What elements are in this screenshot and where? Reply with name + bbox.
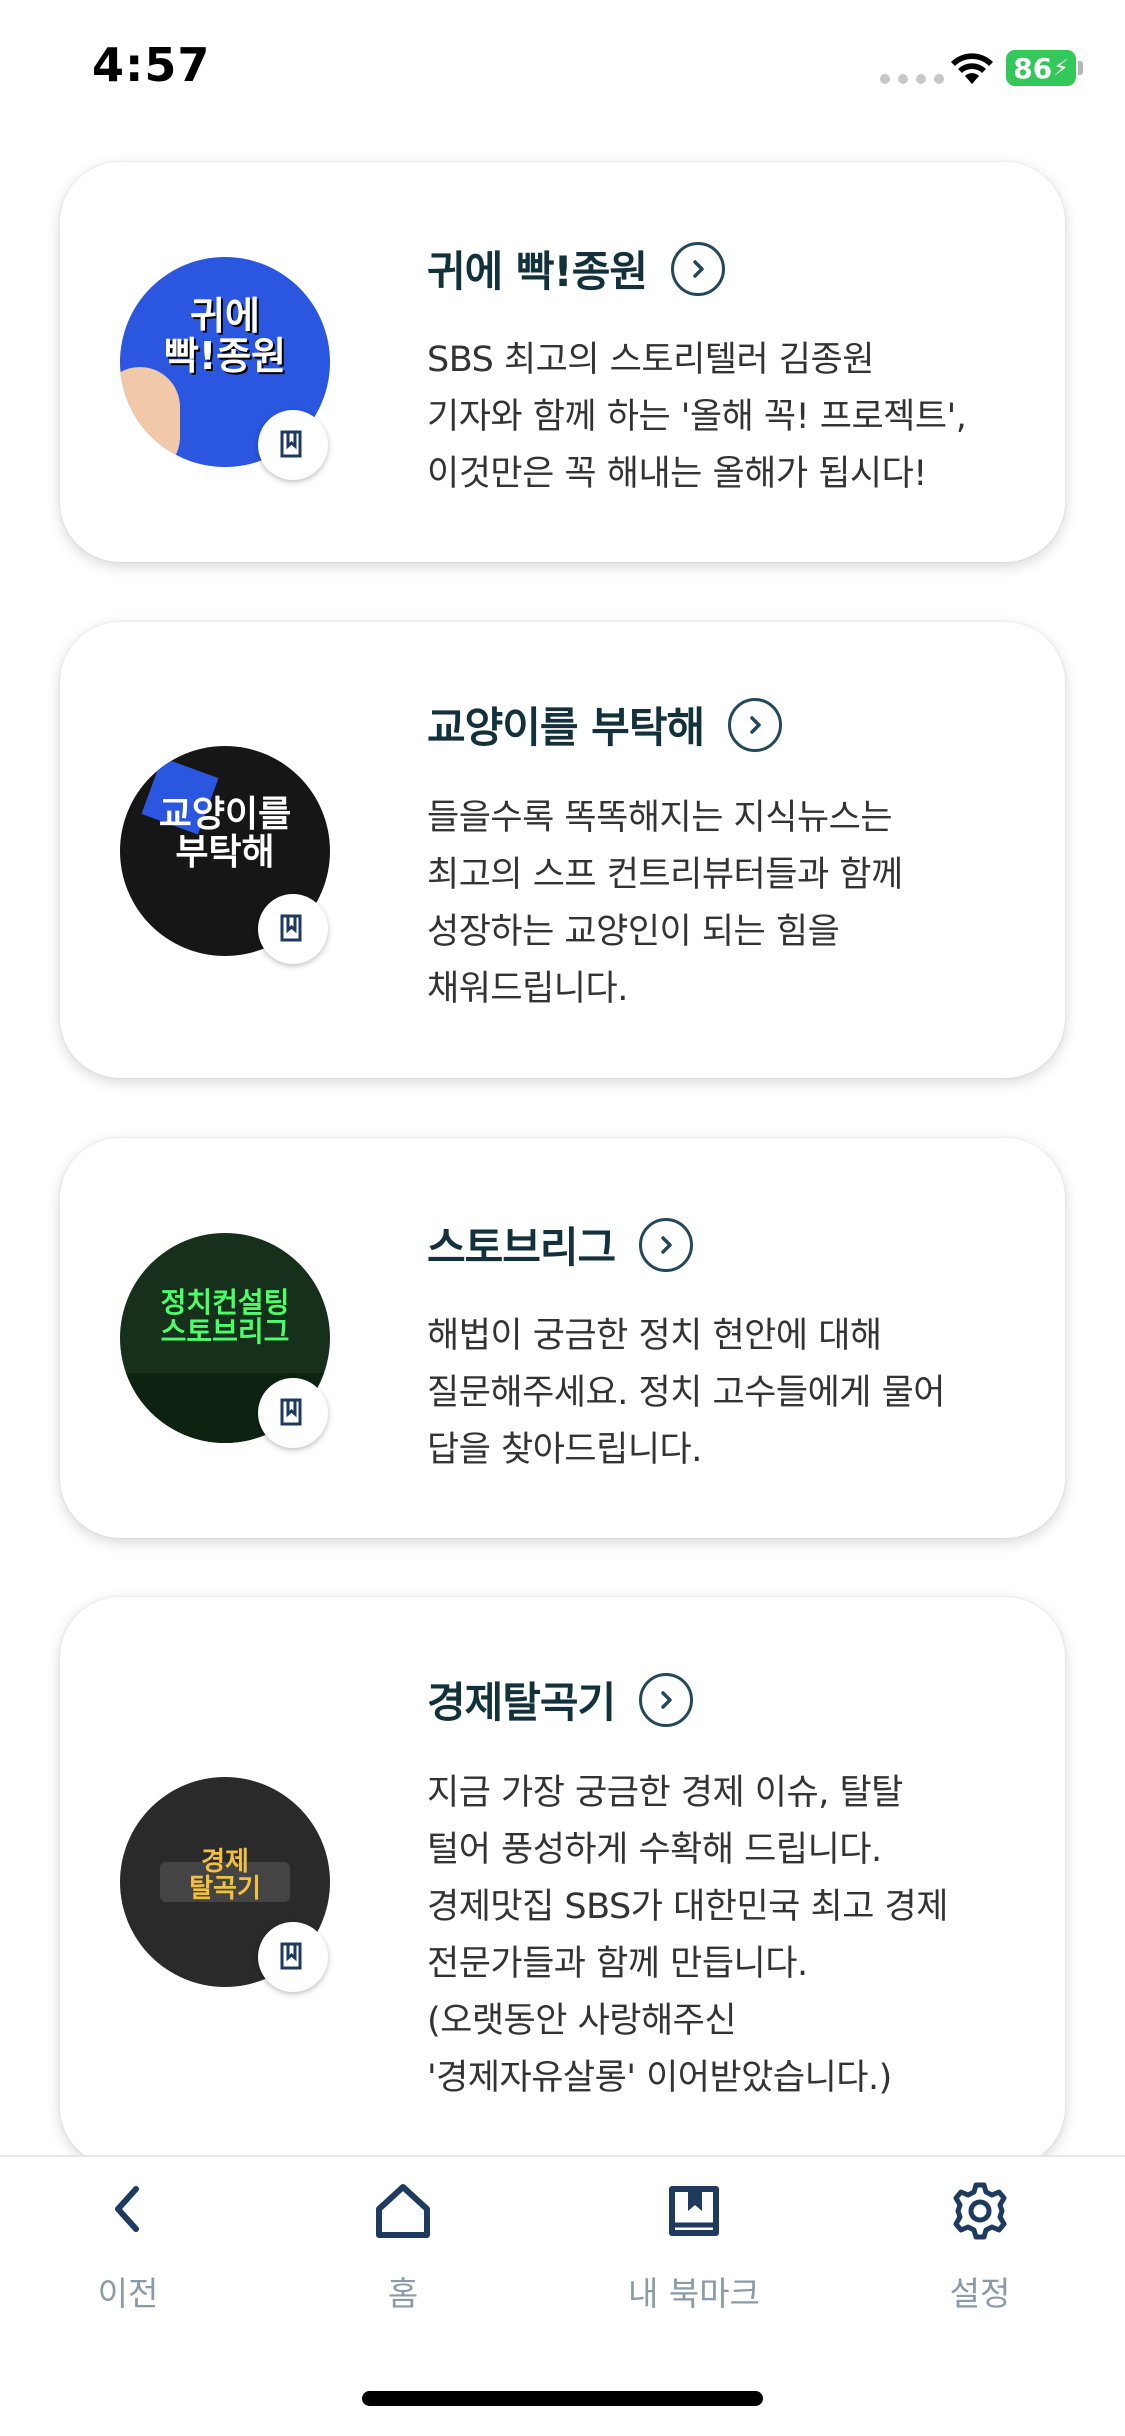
- card-title: 스토브리그: [427, 1223, 616, 1272]
- program-card[interactable]: 정치컨설팅 스토브리그 스토브리그 해법이 궁금한 정치 현안에 대해 질문해주…: [60, 1138, 1065, 1538]
- battery-level: 86: [1013, 51, 1053, 85]
- chevron-left-icon: [115, 2186, 139, 2232]
- bookmark-icon: [280, 914, 302, 942]
- thumbnail-text: 귀에 빡!종원: [163, 294, 287, 378]
- program-card[interactable]: 교양이를 부탁해 교양이를 부탁해 들을수록 똑똑해지는 지식뉴스는 최고의 스…: [60, 622, 1065, 1078]
- chevron-right-icon[interactable]: [670, 241, 725, 296]
- card-title-row[interactable]: 교양이를 부탁해: [427, 694, 783, 755]
- tab-label: 설정: [949, 2274, 1011, 2313]
- book-bookmark-icon: [669, 2186, 719, 2236]
- thumbnail-text: 정치컨설팅 스토브리그: [160, 1286, 290, 1349]
- chevron-right-icon[interactable]: [728, 697, 783, 752]
- card-title: 교양이를 부탁해: [427, 703, 705, 752]
- thumbnail-face-shape: [120, 367, 180, 467]
- home-indicator[interactable]: [362, 2391, 763, 2406]
- card-title: 경제탈곡기: [427, 1678, 616, 1727]
- bookmark-icon: [280, 1398, 302, 1426]
- bookmark-icon: [280, 430, 302, 458]
- home-icon: [376, 2184, 430, 2238]
- gear-icon: [953, 2182, 1007, 2240]
- battery-indicator: 86 ⚡: [1006, 50, 1076, 86]
- bookmark-icon: [280, 1942, 302, 1970]
- wifi-icon: [951, 53, 993, 84]
- card-description: 해법이 궁금한 정치 현안에 대해 질문해주세요. 정치 고수들에게 물어 답을…: [427, 1316, 946, 1470]
- card-description: SBS 최고의 스토리텔러 김종원 기자와 함께 하는 '올해 꼭! 프로젝트'…: [427, 340, 967, 494]
- cellular-signal-icon: [880, 74, 944, 84]
- bookmark-button[interactable]: [258, 1922, 328, 1992]
- card-description: 지금 가장 궁금한 경제 이슈, 탈탈 털어 풍성하게 수확해 드립니다. 경제…: [427, 1773, 948, 2098]
- battery-cap: [1078, 61, 1083, 75]
- status-bar: 4:57 86 ⚡: [0, 0, 1125, 140]
- card-title-row[interactable]: 경제탈곡기: [427, 1669, 694, 1730]
- thumbnail-text: 교양이를 부탁해: [158, 794, 292, 873]
- status-time: 4:57: [92, 38, 211, 92]
- charging-bolt-icon: ⚡: [1053, 55, 1069, 81]
- card-title-row[interactable]: 스토브리그: [427, 1214, 694, 1275]
- tab-label: 내 북마크: [628, 2274, 760, 2313]
- card-title-row[interactable]: 귀에 빡!종원: [427, 238, 725, 299]
- card-description: 들을수록 똑똑해지는 지식뉴스는 최고의 스프 컨트리뷰터들과 함께 성장하는 …: [427, 798, 903, 1009]
- tab-label: 이전: [97, 2274, 159, 2313]
- bookmark-button[interactable]: [258, 1378, 328, 1448]
- bookmark-button[interactable]: [258, 410, 328, 480]
- tab-label: 홈: [387, 2274, 419, 2313]
- bookmark-button[interactable]: [258, 894, 328, 964]
- card-title: 귀에 빡!종원: [427, 247, 648, 296]
- thumbnail-text: 경제 탈곡기: [189, 1847, 261, 1905]
- chevron-right-icon[interactable]: [639, 1217, 694, 1272]
- chevron-right-icon[interactable]: [639, 1672, 694, 1727]
- program-card[interactable]: 귀에 빡!종원 귀에 빡!종원 SBS 최고의 스토리텔러 김종원 기자와 함께…: [60, 162, 1065, 562]
- program-card[interactable]: 경제 탈곡기 경제탈곡기 지금 가장 궁금한 경제 이슈, 탈탈 털어 풍성하게…: [60, 1597, 1065, 2167]
